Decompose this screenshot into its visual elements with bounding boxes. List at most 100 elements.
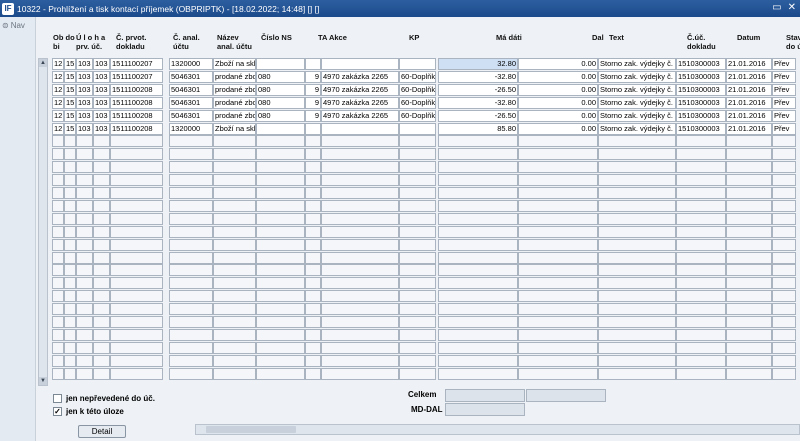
cell-text[interactable] [598, 264, 676, 277]
cell-datum[interactable] [726, 199, 772, 212]
cell-ob[interactable] [52, 199, 64, 212]
cell-akce[interactable] [321, 316, 399, 328]
cell-akce[interactable] [321, 135, 399, 148]
cell-kp[interactable] [399, 367, 436, 380]
cell-text[interactable] [598, 148, 676, 161]
cell-prvot[interactable] [110, 174, 163, 187]
cell-ns[interactable] [256, 161, 305, 174]
close-icon[interactable]: ✕ [788, 2, 796, 13]
cell-dal[interactable]: 0.00 [518, 70, 598, 83]
cell-nazev[interactable] [213, 174, 256, 187]
cell-u1[interactable] [64, 290, 76, 303]
cell-nazev[interactable]: Zboží na skl [213, 58, 256, 70]
cell-kp[interactable]: 60-Doplňk [399, 109, 436, 122]
cell-stav[interactable] [772, 290, 796, 303]
cell-u1[interactable] [64, 199, 76, 212]
cell-prvot[interactable]: 1511100208 [110, 83, 163, 96]
cell-akce[interactable] [321, 238, 399, 251]
cell-akce[interactable] [321, 251, 399, 264]
cell-ob[interactable] [52, 354, 64, 367]
cell-anal[interactable]: 5046301 [169, 83, 213, 96]
cell-ta[interactable] [305, 354, 321, 367]
cell-kp[interactable] [399, 187, 436, 199]
cell-ns[interactable] [256, 225, 305, 238]
cell-u2[interactable] [76, 148, 93, 161]
cell-stav[interactable] [772, 303, 796, 316]
cell-ucdok[interactable] [676, 161, 726, 174]
cell-anal[interactable] [169, 264, 213, 277]
cell-ns[interactable] [256, 264, 305, 277]
cell-madati[interactable] [438, 290, 518, 303]
cell-u1[interactable] [64, 187, 76, 199]
cell-kp[interactable] [399, 148, 436, 161]
cell-nazev[interactable]: Zboží na skl [213, 122, 256, 135]
cell-u2[interactable] [76, 303, 93, 316]
cell-anal[interactable]: 5046301 [169, 109, 213, 122]
cell-stav[interactable]: Přev [772, 58, 796, 70]
cell-datum[interactable] [726, 264, 772, 277]
cell-prvot[interactable] [110, 290, 163, 303]
cell-madati[interactable] [438, 199, 518, 212]
cell-datum[interactable] [726, 277, 772, 290]
cell-stav[interactable] [772, 277, 796, 290]
cell-ucdok[interactable] [676, 238, 726, 251]
cell-datum[interactable]: 21.01.2016 [726, 70, 772, 83]
cell-datum[interactable]: 21.01.2016 [726, 96, 772, 109]
cell-anal[interactable] [169, 367, 213, 380]
cell-ucdok[interactable] [676, 174, 726, 187]
checkbox-neprevedene[interactable] [53, 394, 62, 403]
cell-datum[interactable] [726, 174, 772, 187]
cell-prvot[interactable] [110, 225, 163, 238]
cell-ns[interactable]: 080 [256, 83, 305, 96]
cell-datum[interactable] [726, 187, 772, 199]
cell-u2[interactable]: 103 [76, 122, 93, 135]
cell-u1[interactable] [64, 238, 76, 251]
cell-kp[interactable] [399, 199, 436, 212]
cell-ucdok[interactable] [676, 367, 726, 380]
cell-madati[interactable] [438, 187, 518, 199]
cell-ta[interactable] [305, 238, 321, 251]
cell-stav[interactable] [772, 212, 796, 225]
cell-akce[interactable] [321, 148, 399, 161]
cell-prvot[interactable] [110, 238, 163, 251]
cell-anal[interactable] [169, 174, 213, 187]
cell-ob[interactable] [52, 341, 64, 354]
restore-icon[interactable]: ▭ [772, 2, 781, 13]
cell-anal[interactable] [169, 212, 213, 225]
cell-madati[interactable] [438, 328, 518, 341]
cell-u1[interactable] [64, 303, 76, 316]
cell-datum[interactable] [726, 328, 772, 341]
cell-anal[interactable] [169, 316, 213, 328]
cell-u1[interactable] [64, 354, 76, 367]
cell-ob[interactable]: 12 [52, 83, 64, 96]
cell-ta[interactable]: 9 [305, 83, 321, 96]
cell-stav[interactable] [772, 264, 796, 277]
cell-madati[interactable] [438, 354, 518, 367]
cell-u1[interactable] [64, 341, 76, 354]
cell-u2[interactable] [76, 290, 93, 303]
cell-madati[interactable] [438, 316, 518, 328]
cell-kp[interactable] [399, 290, 436, 303]
cell-ns[interactable] [256, 135, 305, 148]
cell-prvot[interactable] [110, 316, 163, 328]
cell-dal[interactable] [518, 354, 598, 367]
cell-kp[interactable] [399, 341, 436, 354]
cell-u3[interactable] [93, 316, 110, 328]
cell-kp[interactable] [399, 225, 436, 238]
cell-ns[interactable] [256, 251, 305, 264]
cell-text[interactable] [598, 174, 676, 187]
cell-anal[interactable] [169, 328, 213, 341]
cell-nazev[interactable] [213, 290, 256, 303]
cell-ucdok[interactable] [676, 187, 726, 199]
cell-ob[interactable] [52, 238, 64, 251]
cell-anal[interactable] [169, 354, 213, 367]
cell-ta[interactable] [305, 58, 321, 70]
cell-ns[interactable] [256, 277, 305, 290]
cell-ta[interactable] [305, 328, 321, 341]
cell-dal[interactable] [518, 264, 598, 277]
cell-prvot[interactable] [110, 277, 163, 290]
cell-u2[interactable] [76, 161, 93, 174]
cell-text[interactable]: Storno zak. výdejky č. [598, 122, 676, 135]
cell-u3[interactable] [93, 187, 110, 199]
cell-ucdok[interactable] [676, 354, 726, 367]
